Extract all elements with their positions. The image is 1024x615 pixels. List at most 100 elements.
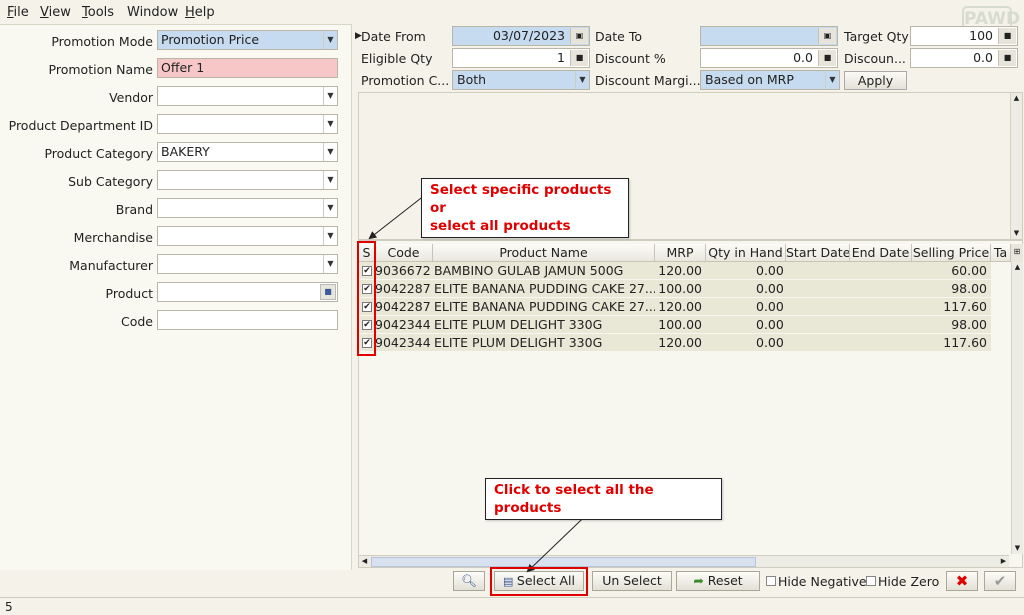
- chevron-down-icon[interactable]: ▼: [323, 31, 337, 49]
- promotion-settings-bar: ▶ Date From 03/07/2023 ▣ Date To ▣ Targe…: [355, 24, 1024, 92]
- hide-zero-checkbox[interactable]: [866, 576, 876, 586]
- grid-vertical-scrollbar[interactable]: ▲ ▼: [1011, 262, 1023, 554]
- column-header-qty-in-hand[interactable]: Qty in Hand: [706, 244, 786, 262]
- row-qty-in-hand: 0.00: [756, 317, 784, 332]
- discount-margin-select[interactable]: Based on MRP ▼: [700, 70, 840, 90]
- table-row[interactable]: ✔ 9042287 ELITE BANANA PUDDING CAKE 27..…: [359, 280, 991, 298]
- scroll-down-icon[interactable]: ▼: [1012, 543, 1023, 554]
- scroll-up-icon[interactable]: ▲: [1011, 93, 1022, 104]
- target-qty-input[interactable]: 100 ■: [910, 26, 1018, 46]
- column-header-mrp[interactable]: MRP: [655, 244, 706, 262]
- column-header-product-name[interactable]: Product Name: [433, 244, 655, 262]
- row-mrp: 100.00: [658, 281, 702, 296]
- row-qty-in-hand: 0.00: [756, 299, 784, 314]
- scroll-up-icon[interactable]: ▲: [1012, 262, 1023, 273]
- reset-label: Reset: [707, 573, 743, 588]
- column-header-end-date[interactable]: End Date: [850, 244, 912, 262]
- merchandise-select[interactable]: ▼: [157, 226, 338, 246]
- date-from-label: Date From: [361, 29, 426, 44]
- promotion-name-value: Offer 1: [161, 60, 205, 75]
- menu-tools[interactable]: Tools: [82, 5, 114, 20]
- close-icon: ✖: [955, 572, 969, 590]
- promotion-mode-select[interactable]: Promotion Price ▼: [157, 30, 338, 50]
- row-selling-price: 117.60: [943, 299, 987, 314]
- hide-zero-label: Hide Zero: [878, 574, 940, 589]
- code-input[interactable]: [157, 310, 338, 330]
- annotation-line-2: select all products: [430, 218, 571, 234]
- lookup-icon[interactable]: ■: [320, 284, 336, 300]
- row-end-date: [850, 262, 912, 280]
- spinner-icon[interactable]: ■: [818, 50, 836, 66]
- discount-pct-value: 0.0: [793, 50, 813, 65]
- row-code: 9036672: [375, 263, 431, 278]
- scrollbar-thumb[interactable]: [371, 557, 756, 567]
- column-header-code[interactable]: Code: [375, 244, 433, 262]
- scroll-right-icon[interactable]: ▶: [998, 556, 1009, 567]
- spinner-icon[interactable]: ■: [998, 28, 1016, 44]
- promotion-c-select[interactable]: Both ▼: [452, 70, 590, 90]
- eligible-qty-value: 1: [557, 50, 565, 65]
- column-header-start-date[interactable]: Start Date: [786, 244, 850, 262]
- row-end-date: [850, 280, 912, 298]
- chevron-down-icon[interactable]: ▼: [323, 87, 337, 105]
- preview-button[interactable]: 🔍︎: [453, 571, 485, 591]
- apply-button[interactable]: Apply: [844, 71, 907, 90]
- table-row[interactable]: ✔ 9042287 ELITE BANANA PUDDING CAKE 27..…: [359, 298, 991, 316]
- product-department-select[interactable]: ▼: [157, 114, 338, 134]
- chevron-down-icon[interactable]: ▼: [323, 115, 337, 133]
- vertical-scrollbar[interactable]: ▲ ▼: [1010, 93, 1022, 239]
- manufacturer-select[interactable]: ▼: [157, 254, 338, 274]
- vendor-select[interactable]: ▼: [157, 86, 338, 106]
- discount-amount-input[interactable]: 0.0 ■: [910, 48, 1018, 68]
- row-start-date: [786, 316, 850, 334]
- promotion-name-label: Promotion Name: [48, 62, 153, 77]
- date-to-input[interactable]: ▣: [700, 26, 838, 46]
- menu-window[interactable]: Window: [127, 5, 178, 20]
- brand-select[interactable]: ▼: [157, 198, 338, 218]
- check-icon: ✔: [993, 572, 1007, 590]
- product-category-value: BAKERY: [161, 144, 210, 159]
- chevron-down-icon[interactable]: ▼: [323, 171, 337, 189]
- column-chooser-icon[interactable]: ⊞: [1011, 244, 1023, 262]
- table-row[interactable]: ✔ 9042344 ELITE PLUM DELIGHT 330G 100.00…: [359, 316, 991, 334]
- table-row[interactable]: ✔ 9042344 ELITE PLUM DELIGHT 330G 120.00…: [359, 334, 991, 352]
- confirm-button[interactable]: ✔: [984, 571, 1016, 591]
- product-category-select[interactable]: BAKERY ▼: [157, 142, 338, 162]
- row-product-name: BAMBINO GULAB JAMUN 500G: [434, 263, 624, 278]
- column-header-tax[interactable]: Ta: [991, 244, 1011, 262]
- highlight-select-all-button: [490, 567, 588, 596]
- spinner-icon[interactable]: ■: [998, 50, 1016, 66]
- hide-negative-checkbox[interactable]: [766, 576, 776, 586]
- horizontal-scrollbar[interactable]: ◀ ▶: [359, 555, 1009, 567]
- promotion-name-input[interactable]: Offer 1: [157, 58, 338, 78]
- column-header-selling-price[interactable]: Selling Price: [912, 244, 991, 262]
- menu-help[interactable]: Help: [185, 5, 215, 20]
- hide-negative-label: Hide Negative: [778, 574, 867, 589]
- chevron-down-icon[interactable]: ▼: [323, 255, 337, 273]
- product-input[interactable]: ■: [157, 282, 338, 302]
- code-label: Code: [120, 314, 153, 329]
- row-product-name: ELITE BANANA PUDDING CAKE 27...: [434, 281, 655, 296]
- calendar-icon[interactable]: ▣: [570, 28, 588, 44]
- scroll-down-icon[interactable]: ▼: [1011, 228, 1022, 239]
- un-select-button[interactable]: Un Select: [592, 571, 672, 591]
- close-button[interactable]: ✖: [946, 571, 978, 591]
- scroll-left-icon[interactable]: ◀: [359, 556, 370, 567]
- chevron-down-icon[interactable]: ▼: [575, 71, 589, 89]
- chevron-down-icon[interactable]: ▼: [323, 199, 337, 217]
- reset-button[interactable]: ➦ Reset: [676, 571, 760, 591]
- eligible-qty-input[interactable]: 1 ■: [452, 48, 590, 68]
- calendar-icon[interactable]: ▣: [818, 28, 836, 44]
- chevron-down-icon[interactable]: ▼: [323, 227, 337, 245]
- table-row[interactable]: ✔ 9036672 BAMBINO GULAB JAMUN 500G 120.0…: [359, 262, 991, 280]
- discount-pct-input[interactable]: 0.0 ■: [700, 48, 838, 68]
- chevron-down-icon[interactable]: ▼: [825, 71, 839, 89]
- spinner-icon[interactable]: ■: [570, 50, 588, 66]
- row-start-date: [786, 298, 850, 316]
- sub-category-select[interactable]: ▼: [157, 170, 338, 190]
- date-from-input[interactable]: 03/07/2023 ▣: [452, 26, 590, 46]
- menu-file[interactable]: File: [7, 5, 29, 20]
- menu-bar: File View Tools Window Help: [0, 0, 1024, 24]
- chevron-down-icon[interactable]: ▼: [323, 143, 337, 161]
- menu-view[interactable]: View: [40, 5, 71, 20]
